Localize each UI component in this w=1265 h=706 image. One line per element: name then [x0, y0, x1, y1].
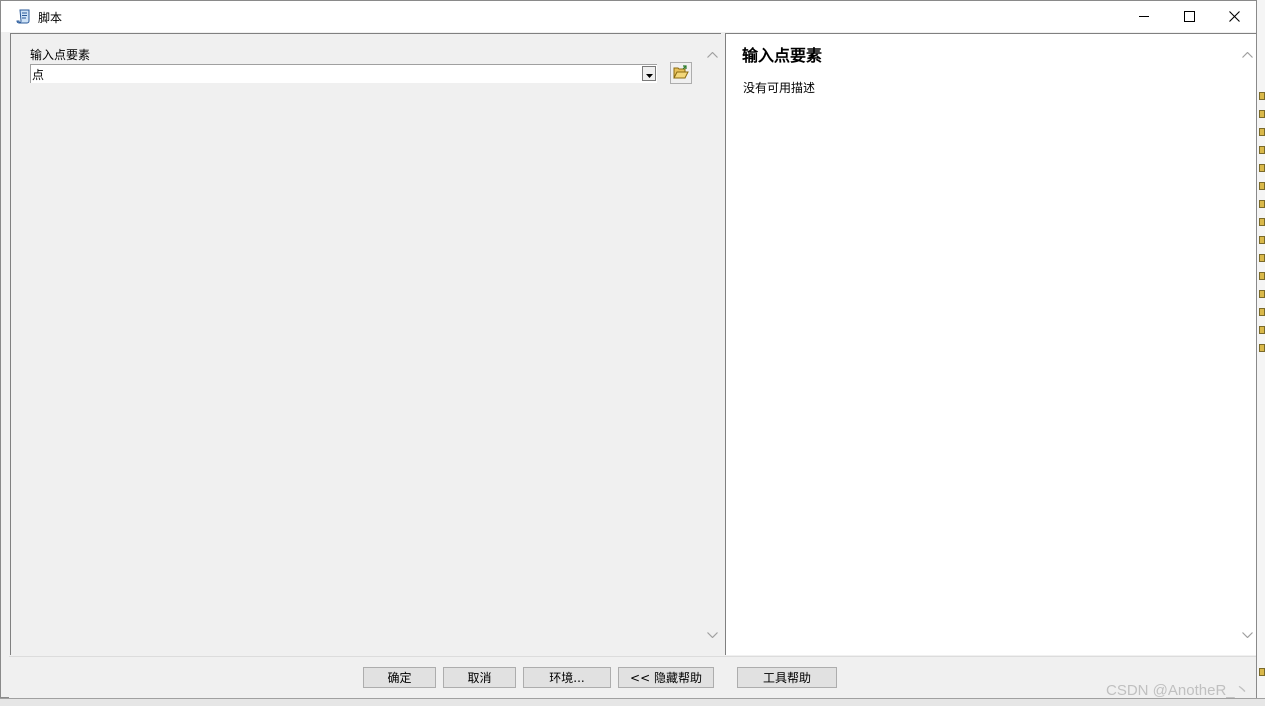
input-point-features-combobox[interactable]: 点 [30, 64, 657, 83]
environments-button[interactable]: 环境... [523, 667, 611, 688]
cancel-button[interactable]: 取消 [443, 667, 516, 688]
layer-icon [1259, 344, 1265, 352]
scroll-up-button[interactable] [1239, 46, 1256, 63]
help-pane: 输入点要素 没有可用描述 [725, 33, 1256, 655]
title-bar[interactable]: 脚本 [1, 1, 1256, 32]
script-dialog: 脚本 输入点要素 点 输入点要素 没有可用描述 确定 取消 环境... << 隐… [0, 0, 1257, 698]
hide-help-button[interactable]: << 隐藏帮助 [618, 667, 714, 688]
minimize-button[interactable] [1121, 1, 1167, 32]
open-folder-icon [673, 64, 689, 82]
input-point-features-label: 输入点要素 [30, 48, 91, 62]
layer-icon [1259, 218, 1265, 226]
window-title: 脚本 [38, 11, 63, 25]
background-app-strip [1257, 0, 1265, 706]
script-icon [16, 8, 33, 25]
chevron-down-icon [645, 67, 653, 81]
layer-icon [1259, 236, 1265, 244]
parameters-scrollbar[interactable] [704, 46, 721, 646]
scroll-down-button[interactable] [704, 626, 721, 643]
parameters-pane: 输入点要素 点 [10, 33, 721, 655]
tool-help-button[interactable]: 工具帮助 [737, 667, 837, 688]
layer-icon [1259, 92, 1265, 100]
close-icon [1228, 11, 1240, 22]
scroll-down-button[interactable] [1239, 626, 1256, 643]
ok-button[interactable]: 确定 [363, 667, 436, 688]
layer-icon [1259, 182, 1265, 190]
button-bar: 确定 取消 环境... << 隐藏帮助 工具帮助 [9, 656, 1256, 698]
browse-button[interactable] [670, 62, 692, 84]
layer-icon [1259, 326, 1265, 334]
background-app-bottom [0, 698, 1265, 706]
minimize-icon [1138, 11, 1150, 22]
layer-icon [1259, 146, 1265, 154]
maximize-icon [1183, 11, 1195, 22]
help-description: 没有可用描述 [743, 81, 816, 95]
layer-icon [1259, 308, 1265, 316]
layer-icon [1259, 290, 1265, 298]
layer-icon [1259, 110, 1265, 118]
close-button[interactable] [1211, 1, 1257, 32]
layer-icon [1259, 200, 1265, 208]
combobox-value: 点 [32, 68, 45, 82]
maximize-button[interactable] [1166, 1, 1212, 32]
scroll-up-button[interactable] [704, 46, 721, 63]
layer-icon [1259, 272, 1265, 280]
layer-icon [1259, 254, 1265, 262]
layer-icon [1259, 668, 1265, 676]
help-scrollbar[interactable] [1239, 46, 1256, 646]
help-title: 输入点要素 [742, 46, 823, 65]
layer-icon [1259, 128, 1265, 136]
watermark: CSDN @AnotheR_丶 [1106, 682, 1250, 699]
layer-icon [1259, 164, 1265, 172]
dropdown-button[interactable] [642, 66, 656, 81]
